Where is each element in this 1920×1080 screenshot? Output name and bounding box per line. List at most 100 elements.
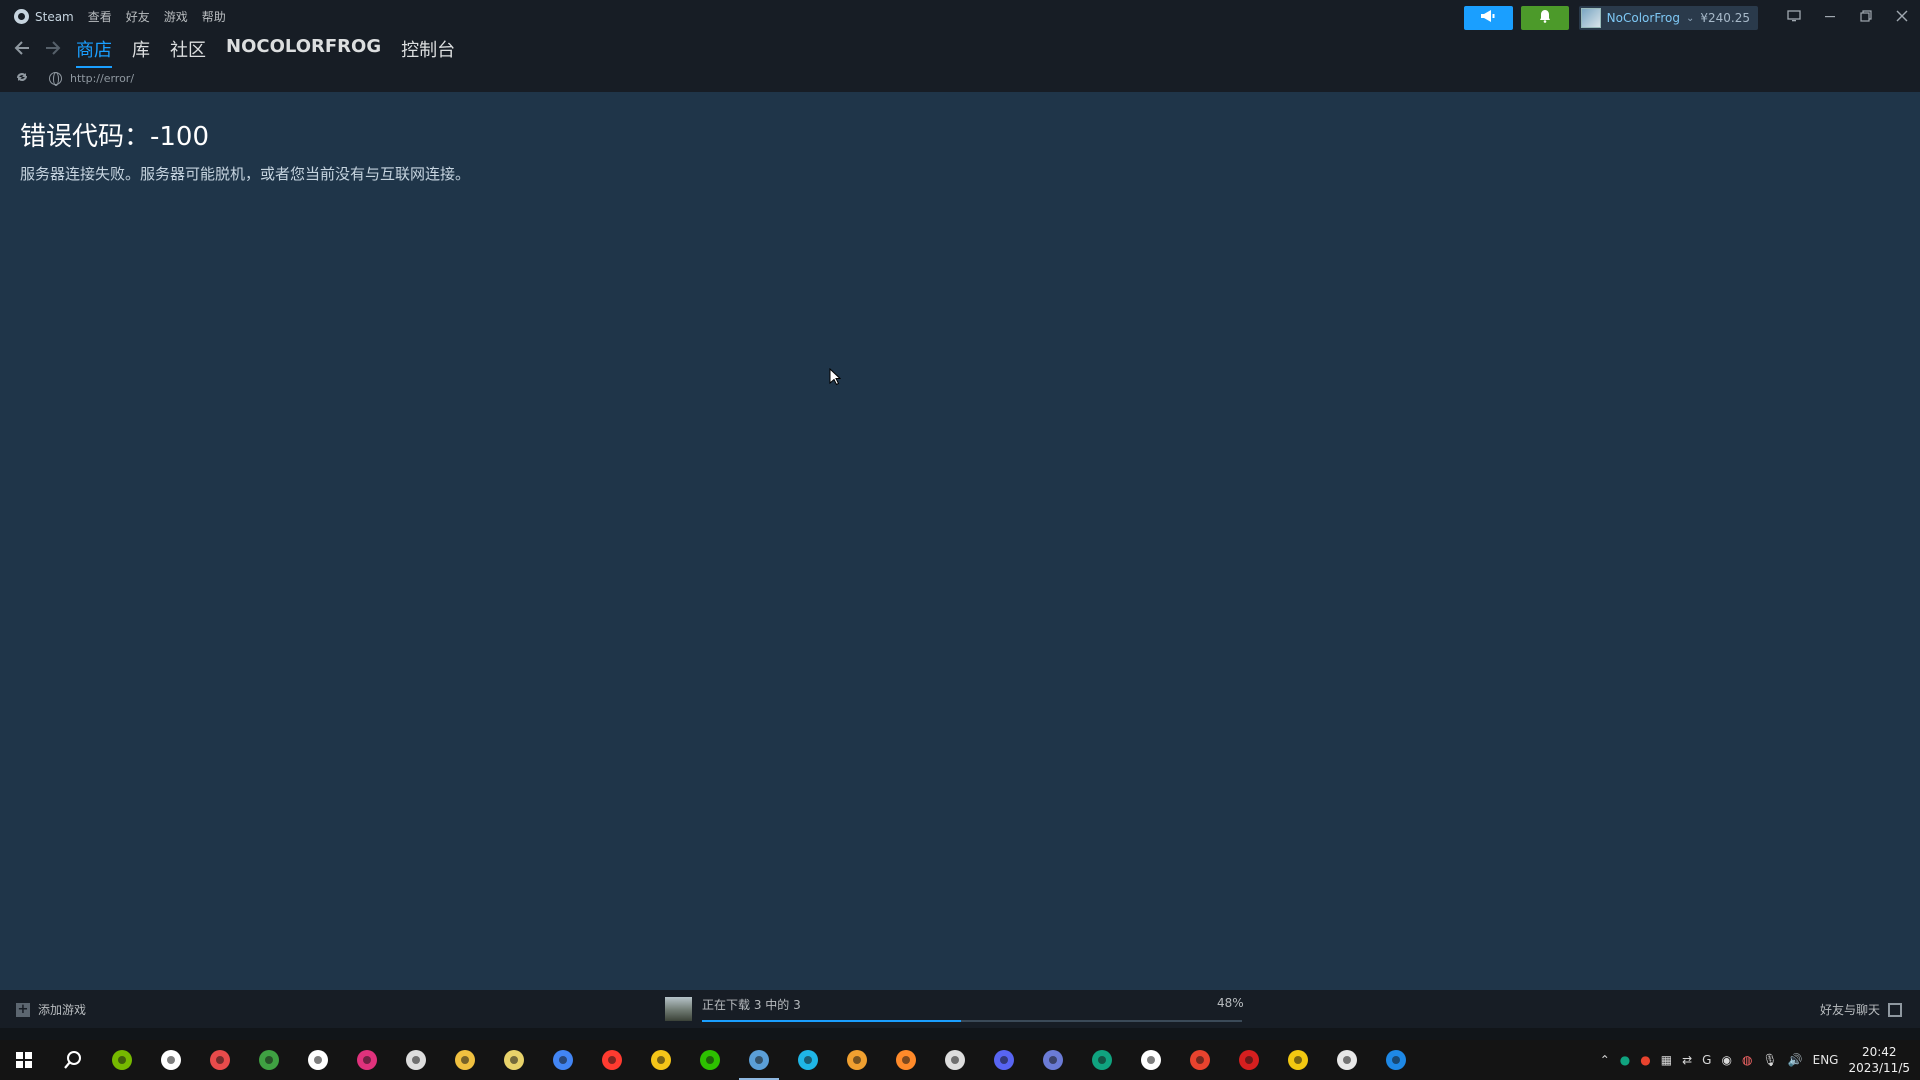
menu-item-games[interactable]: 游戏: [164, 8, 188, 25]
app-ring-icon[interactable]: [159, 1048, 183, 1072]
app-red-icon[interactable]: [1188, 1048, 1212, 1072]
logitech-icon[interactable]: [1139, 1048, 1163, 1072]
app-blue-m-icon[interactable]: [1384, 1048, 1408, 1072]
wallet-balance: ¥240.25: [1700, 11, 1750, 25]
xbox-icon[interactable]: [257, 1048, 281, 1072]
steam-menu-label: Steam: [35, 9, 74, 24]
download-status[interactable]: 正在下载 3 中的 3: [702, 996, 801, 1013]
adobe-icon[interactable]: [355, 1048, 379, 1072]
speaker-icon[interactable]: 🔊: [1788, 1053, 1803, 1067]
tray-app-icon[interactable]: ▦: [1661, 1053, 1672, 1067]
input-language[interactable]: ENG: [1813, 1053, 1839, 1067]
url-bar: http://error/: [0, 68, 1920, 92]
megaphone-icon: [1480, 9, 1496, 27]
top-right-controls: NoColorFrog ⌄ ¥240.25: [1463, 6, 1920, 30]
tray-app-icon[interactable]: ●: [1640, 1053, 1650, 1067]
url-text[interactable]: http://error/: [70, 72, 134, 85]
chevron-up-icon[interactable]: ⌃: [1600, 1053, 1610, 1067]
app-g-icon[interactable]: [894, 1048, 918, 1072]
notepad-icon[interactable]: [502, 1048, 526, 1072]
app-yellow-icon[interactable]: [649, 1048, 673, 1072]
app-bluetooth-icon[interactable]: [208, 1048, 232, 1072]
wechat-icon[interactable]: [698, 1048, 722, 1072]
download-progress-bar[interactable]: [702, 1020, 1242, 1022]
avatar: [1580, 8, 1601, 28]
windows-taskbar: ⌃ ● ● ▦ ⇄ G ◉ ◍ 🎙 🔊 ENG 20:42 2023/11/5: [0, 1040, 1920, 1080]
steam-logo-icon: [14, 9, 29, 24]
windows-start-icon[interactable]: [12, 1048, 36, 1072]
app-keyboard-icon[interactable]: [1041, 1048, 1065, 1072]
main-tabs: 商店 库 社区 NOCOLORFROG 控制台: [76, 36, 455, 68]
announcements-button[interactable]: [1463, 6, 1513, 30]
title-bar: Steam 查看 好友 游戏 帮助 NoColorFrog ⌄ ¥240.25: [0, 0, 1920, 34]
friends-chat-label: 好友与聊天: [1819, 1003, 1880, 1017]
tab-store[interactable]: 商店: [76, 36, 112, 68]
error-message: 服务器连接失败。服务器可能脱机，或者您当前没有与互联网连接。: [20, 165, 471, 183]
error-page: 错误代码：-100 服务器连接失败。服务器可能脱机，或者您当前没有与互联网连接。: [0, 92, 1920, 990]
close-button[interactable]: [1884, 6, 1920, 30]
back-arrow-icon[interactable]: [13, 38, 31, 62]
notifications-button[interactable]: [1520, 6, 1569, 30]
roblox-icon[interactable]: [1335, 1048, 1359, 1072]
restore-button[interactable]: [1848, 6, 1884, 30]
tab-console[interactable]: 控制台: [401, 36, 455, 68]
add-game-button[interactable]: + 添加游戏: [16, 1001, 86, 1018]
microphone-icon[interactable]: 🎙: [1762, 1053, 1777, 1067]
refresh-icon[interactable]: [14, 70, 30, 88]
app-yellow-box-icon[interactable]: [1286, 1048, 1310, 1072]
menu-item-view[interactable]: 查看: [88, 8, 112, 25]
steam-menu[interactable]: Steam: [14, 9, 74, 24]
download-progress-fill: [702, 1020, 962, 1022]
friends-chat-button[interactable]: 好友与聊天: [1820, 1001, 1902, 1018]
bell-icon: [1539, 9, 1551, 27]
app-red-box-icon[interactable]: [1237, 1048, 1261, 1072]
chevron-down-icon: ⌄: [1685, 12, 1695, 24]
plus-icon: +: [16, 1001, 30, 1017]
app-cyan-icon[interactable]: [796, 1048, 820, 1072]
menu-item-help[interactable]: 帮助: [202, 8, 226, 25]
system-tray: ⌃ ● ● ▦ ⇄ G ◉ ◍ 🎙 🔊 ENG 20:42 2023/11/5: [1600, 1040, 1920, 1080]
friends-grid-icon: [1888, 1002, 1902, 1017]
account-dropdown[interactable]: NoColorFrog ⌄ ¥240.25: [1578, 6, 1758, 30]
navigation-bar: 商店 库 社区 NOCOLORFROG 控制台: [0, 34, 1920, 68]
tray-app-icon[interactable]: ●: [1620, 1053, 1630, 1067]
steam-bottom-bar: + 添加游戏 正在下载 3 中的 3 48% 好友与聊天: [0, 990, 1920, 1028]
forward-arrow-icon[interactable]: [44, 38, 62, 62]
nvidia-icon[interactable]: [110, 1048, 134, 1072]
restore-icon: [1860, 10, 1872, 26]
search-icon[interactable]: [61, 1048, 85, 1072]
tab-profile[interactable]: NOCOLORFROG: [226, 36, 381, 68]
tab-library[interactable]: 库: [132, 36, 150, 68]
download-percent: 48%: [1217, 996, 1244, 1010]
capcut-icon[interactable]: [306, 1048, 330, 1072]
logitech-tray-icon[interactable]: G: [1702, 1053, 1711, 1067]
tray-app-icon[interactable]: ⇄: [1682, 1053, 1692, 1067]
discord-icon[interactable]: [992, 1048, 1016, 1072]
taskbar-gap: [0, 1028, 1920, 1040]
tab-community[interactable]: 社区: [170, 36, 206, 68]
download-game-thumbnail[interactable]: [665, 997, 692, 1021]
tray-app-icon[interactable]: ◍: [1742, 1053, 1752, 1067]
big-picture-button[interactable]: [1776, 6, 1812, 30]
clock-time: 20:42: [1861, 1045, 1897, 1059]
minimize-icon: [1824, 10, 1836, 26]
account-name: NoColorFrog: [1606, 11, 1680, 25]
clock[interactable]: 20:42 2023/11/5: [1848, 1044, 1910, 1076]
error-title: 错误代码：-100: [20, 122, 210, 152]
monitor-icon: [1787, 10, 1801, 26]
app-cloud-icon[interactable]: [404, 1048, 428, 1072]
steam-icon[interactable]: [739, 1048, 779, 1080]
app-gauge-icon[interactable]: [943, 1048, 967, 1072]
app-speed-icon[interactable]: [600, 1048, 624, 1072]
add-game-label: 添加游戏: [38, 1003, 87, 1017]
file-explorer-icon[interactable]: [453, 1048, 477, 1072]
chatgpt-icon[interactable]: [1090, 1048, 1114, 1072]
minimize-button[interactable]: [1812, 6, 1848, 30]
globe-icon: [49, 72, 62, 86]
steam-tray-icon[interactable]: ◉: [1721, 1053, 1731, 1067]
app-orange-icon[interactable]: [845, 1048, 869, 1072]
clock-date: 2023/11/5: [1848, 1061, 1910, 1075]
chrome-icon[interactable]: [551, 1048, 575, 1072]
menu-bar: Steam 查看 好友 游戏 帮助: [14, 8, 226, 25]
menu-item-friends[interactable]: 好友: [126, 8, 150, 25]
